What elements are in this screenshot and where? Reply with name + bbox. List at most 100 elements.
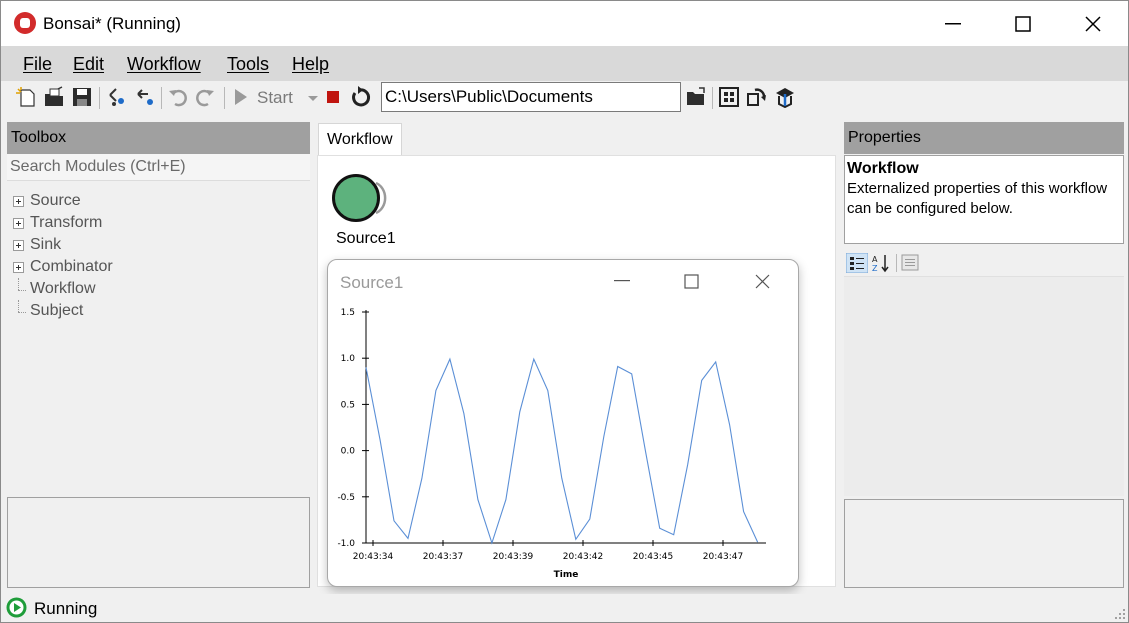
- tree-item-subject[interactable]: Subject: [13, 299, 84, 321]
- title-bar: Bonsai* (Running): [1, 1, 1128, 46]
- menu-file[interactable]: File: [23, 54, 52, 75]
- start-icon[interactable]: [230, 86, 252, 108]
- gallery-icon[interactable]: [718, 86, 740, 108]
- save-icon[interactable]: [71, 86, 93, 108]
- series-line: [365, 357, 759, 545]
- x-axis-label: Time: [554, 570, 579, 580]
- menu-workflow[interactable]: Workflow: [127, 54, 201, 75]
- x-tick-label: 20:43:47: [703, 552, 743, 562]
- bonsai-window: Bonsai* (Running) File Edit Workflow Too…: [0, 0, 1129, 623]
- visualizer-title: Source1: [340, 273, 404, 292]
- maximize-button[interactable]: [988, 1, 1058, 46]
- alphabetical-icon[interactable]: AZ: [871, 253, 891, 273]
- tree-item-workflow[interactable]: Workflow: [13, 277, 96, 299]
- start-button-label[interactable]: Start: [257, 88, 293, 108]
- tree-item-combinator[interactable]: Combinator: [13, 257, 113, 277]
- property-pages-icon[interactable]: [901, 254, 919, 271]
- reload-icon[interactable]: [745, 86, 767, 108]
- toolbox-description-box: [7, 497, 310, 588]
- minimize-button[interactable]: [918, 1, 988, 46]
- package-manager-icon[interactable]: [774, 86, 796, 108]
- toolbar-separator: [99, 87, 100, 109]
- toolbox-search-input[interactable]: Search Modules (Ctrl+E): [7, 154, 310, 181]
- property-help-box: [844, 499, 1124, 588]
- menu-edit[interactable]: Edit: [73, 54, 104, 75]
- group-icon[interactable]: [106, 86, 128, 108]
- menu-help[interactable]: Help: [292, 54, 329, 75]
- menu-bar: File Edit Workflow Tools Help: [1, 46, 1128, 81]
- visualizer-window[interactable]: Source1 1.5 1.0 0.5 0.0 -0.5 -1.0 20:43:34 20:4…: [327, 259, 799, 587]
- menu-tools[interactable]: Tools: [227, 54, 269, 75]
- x-tick-label: 20:43:45: [633, 552, 673, 562]
- maximize-icon: [683, 273, 699, 289]
- property-grid[interactable]: [844, 276, 1124, 496]
- tree-item-label: Transform: [30, 214, 103, 231]
- expand-icon[interactable]: [13, 239, 24, 251]
- working-directory-input[interactable]: C:\Users\Public\Documents: [381, 82, 681, 112]
- minimize-icon: [614, 280, 630, 282]
- close-icon: [1085, 15, 1101, 32]
- properties-header: Properties: [844, 122, 1124, 154]
- tree-item-transform[interactable]: Transform: [13, 213, 102, 233]
- properties-toolbar-separator: [896, 254, 897, 272]
- y-tick-label: 0.5: [341, 400, 355, 410]
- tree-item-label: Workflow: [30, 280, 96, 297]
- open-icon[interactable]: [43, 86, 65, 108]
- toolbar-separator: [161, 87, 162, 109]
- window-title: Bonsai* (Running): [43, 14, 181, 33]
- y-tick-label: 1.0: [341, 354, 356, 364]
- x-tick-label: 20:43:42: [563, 552, 603, 562]
- tree-item-label: Subject: [30, 302, 84, 319]
- svg-text:A: A: [872, 255, 878, 264]
- expand-icon[interactable]: [13, 217, 24, 229]
- tree-item-sink[interactable]: Sink: [13, 235, 61, 255]
- properties-desc-title: Workflow: [847, 160, 919, 177]
- x-tick-label: 20:43:39: [493, 552, 534, 562]
- redo-icon[interactable]: [194, 86, 216, 108]
- properties-description: Workflow Externalized properties of this…: [844, 155, 1124, 244]
- y-tick-label: -1.0: [337, 539, 355, 549]
- tree-item-label: Sink: [30, 236, 62, 253]
- minimize-icon: [945, 22, 961, 24]
- stop-icon[interactable]: [322, 86, 344, 108]
- visualizer-maximize-button[interactable]: [671, 268, 711, 294]
- visualizer-close-button[interactable]: [742, 268, 782, 294]
- main-toolbar: Start C:\Users\Public\Documents: [1, 81, 1128, 115]
- toolbox-header: Toolbox: [7, 122, 310, 154]
- properties-panel: Properties Workflow Externalized propert…: [844, 122, 1124, 588]
- x-tick-label: 20:43:37: [423, 552, 463, 562]
- undo-icon[interactable]: [167, 86, 189, 108]
- categorized-icon[interactable]: [846, 253, 868, 273]
- toolbar-separator: [224, 87, 225, 109]
- tree-line: [13, 277, 26, 295]
- tree-item-label: Source: [30, 192, 81, 209]
- time-series-chart[interactable]: 1.5 1.0 0.5 0.0 -0.5 -1.0 20:43:34 20:43:37 20:4…: [328, 300, 798, 586]
- running-status-icon: [6, 597, 27, 618]
- close-icon: [755, 274, 769, 288]
- properties-toolbar: AZ: [844, 250, 1124, 276]
- tree-item-label: Combinator: [30, 258, 113, 275]
- tab-workflow[interactable]: Workflow: [318, 123, 402, 156]
- node-label: Source1: [336, 230, 396, 247]
- start-dropdown-icon[interactable]: [302, 86, 324, 108]
- y-tick-label: -0.5: [337, 493, 355, 503]
- x-tick-label: 20:43:34: [353, 552, 394, 562]
- browse-folder-icon[interactable]: [685, 86, 707, 108]
- tree-item-source[interactable]: Source: [13, 191, 81, 211]
- status-bar: Running: [1, 594, 1128, 622]
- expand-icon[interactable]: [13, 195, 24, 207]
- status-text: Running: [34, 599, 98, 618]
- properties-desc-text: Externalized properties of this workflow…: [847, 180, 1108, 217]
- node-output-arc-icon: [375, 181, 387, 215]
- resize-grip-icon[interactable]: [1114, 608, 1126, 620]
- svg-text:Z: Z: [872, 264, 878, 273]
- expand-icon[interactable]: [13, 261, 24, 273]
- close-button[interactable]: [1058, 1, 1128, 46]
- restart-icon[interactable]: [349, 86, 371, 108]
- tree-line: [13, 299, 26, 317]
- y-tick-label: 0.0: [341, 447, 356, 457]
- y-tick-label: 1.5: [341, 308, 355, 318]
- ungroup-icon[interactable]: [134, 86, 156, 108]
- visualizer-minimize-button[interactable]: [602, 268, 642, 294]
- new-file-icon[interactable]: [15, 86, 37, 108]
